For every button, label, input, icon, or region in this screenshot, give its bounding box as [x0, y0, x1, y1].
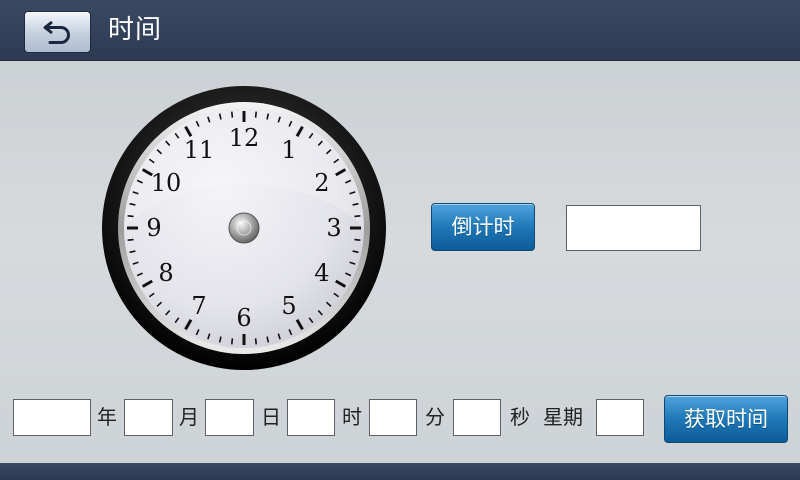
clock-numeral: 11 [184, 136, 215, 164]
clock-minute-tick [127, 238, 134, 242]
second-field[interactable] [453, 399, 501, 436]
page-title: 时间 [108, 15, 163, 45]
clock-minute-tick [354, 214, 361, 218]
clock-numeral: 1 [281, 136, 296, 164]
back-button[interactable] [24, 11, 91, 53]
weekday-field[interactable] [596, 399, 644, 436]
clock-numeral: 8 [158, 259, 173, 287]
clock-minute-tick [230, 338, 234, 345]
clock-numeral: 2 [314, 169, 329, 197]
month-label: 月 [179, 405, 199, 429]
clock-numeral: 4 [314, 259, 329, 287]
year-field[interactable] [13, 399, 91, 436]
clock-minute-tick [127, 214, 134, 218]
minute-field[interactable] [369, 399, 417, 436]
get-time-button[interactable]: 获取时间 [664, 395, 788, 443]
clock-numeral: 6 [236, 304, 251, 332]
analog-clock: 12 12 3 45 6 78 9 1011 [102, 86, 386, 370]
clock-numeral: 5 [281, 292, 296, 320]
weekday-label: 星期 [543, 405, 583, 429]
header-bar: 时间 [0, 0, 800, 61]
clock-numeral: 9 [146, 214, 161, 242]
clock-numeral: 10 [151, 169, 182, 197]
clock-minute-tick [254, 338, 258, 345]
second-label: 秒 [510, 405, 530, 429]
day-label: 日 [261, 405, 281, 429]
clock-minute-tick [354, 238, 361, 242]
clock-center-cap [228, 212, 260, 244]
clock-minute-tick [254, 111, 258, 118]
countdown-field[interactable] [566, 205, 701, 251]
back-arrow-icon [43, 20, 70, 44]
clock-numeral: 3 [326, 214, 341, 242]
month-field[interactable] [124, 399, 173, 436]
year-label: 年 [97, 405, 117, 429]
clock-minute-tick [230, 111, 234, 118]
hour-label: 时 [342, 405, 362, 429]
day-field[interactable] [205, 399, 254, 436]
countdown-button[interactable]: 倒计时 [431, 203, 535, 251]
minute-label: 分 [425, 405, 445, 429]
footer-bar [0, 463, 800, 480]
hour-field[interactable] [287, 399, 335, 436]
clock-numeral: 7 [191, 292, 206, 320]
clock-numeral: 12 [229, 124, 260, 152]
